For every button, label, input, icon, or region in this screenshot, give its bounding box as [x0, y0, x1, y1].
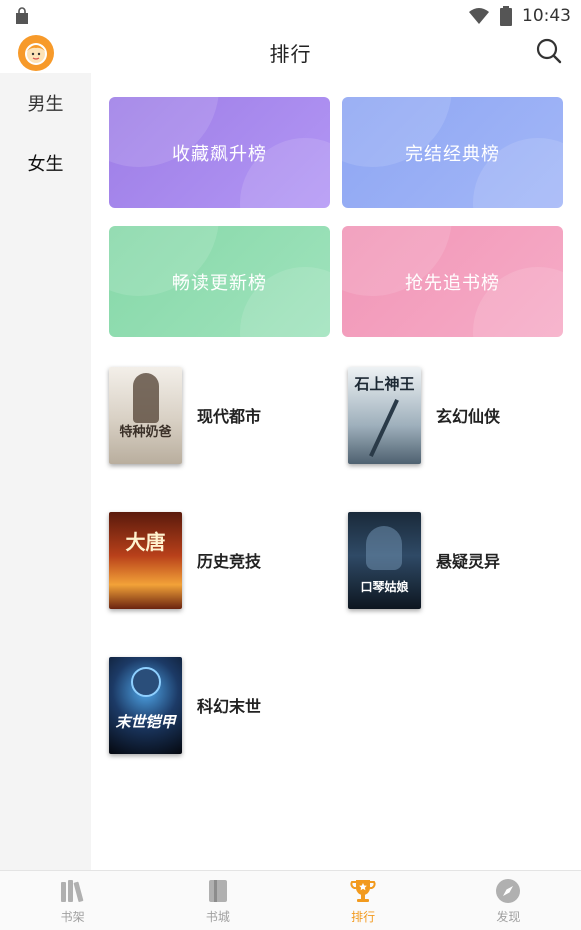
- category-label: 玄幻仙侠: [436, 407, 501, 426]
- book-cover: 末世铠甲: [109, 656, 182, 754]
- ranking-content: 收藏飙升榜 完结经典榜 畅读更新榜 抢先追书榜 特种奶爸 现代都市 石上神王 玄…: [91, 73, 581, 870]
- book-cover-title: 特种奶爸: [119, 424, 172, 440]
- book-cover: 特种奶爸: [109, 366, 182, 464]
- category-urban[interactable]: 特种奶爸 现代都市: [109, 365, 329, 465]
- ranking-card-updates[interactable]: 畅读更新榜: [109, 226, 330, 337]
- category-mystery[interactable]: 口琴姑娘 悬疑灵异: [348, 510, 568, 610]
- category-label: 悬疑灵异: [436, 552, 501, 571]
- book-cover-title: 末世铠甲: [115, 712, 176, 731]
- category-label: 科幻末世: [197, 697, 262, 716]
- book-cover-title: 口琴姑娘: [360, 579, 409, 594]
- category-label: 现代都市: [197, 407, 262, 426]
- category-history[interactable]: 大唐 历史竞技: [109, 510, 329, 610]
- ranking-card-classic[interactable]: 完结经典榜: [342, 97, 563, 208]
- ranking-card-label: 收藏飙升榜: [172, 143, 267, 165]
- wifi-icon: [469, 8, 489, 24]
- sidebar-item-male[interactable]: 男生: [0, 73, 91, 133]
- tab-label: 发现: [496, 909, 521, 924]
- trophy-icon: [350, 879, 376, 902]
- shopping-bag-icon: [16, 7, 28, 24]
- book-cover: 石上神王: [348, 366, 421, 464]
- ranking-card-label: 完结经典榜: [405, 143, 500, 165]
- status-bar: 10:43: [0, 0, 581, 32]
- battery-icon: [500, 6, 512, 26]
- sidebar-item-label: 女生: [27, 154, 64, 175]
- book-cover: 大唐: [109, 511, 182, 609]
- tab-discover[interactable]: 发现: [436, 871, 581, 930]
- book-icon: [208, 879, 227, 902]
- tab-bookstore[interactable]: 书城: [145, 871, 290, 930]
- sidebar-item-label: 男生: [27, 94, 64, 115]
- book-cover: 口琴姑娘: [348, 511, 421, 609]
- tab-label: 书架: [60, 909, 85, 924]
- ranking-card-label: 抢先追书榜: [405, 272, 500, 294]
- ranking-card-favorites[interactable]: 收藏飙升榜: [109, 97, 330, 208]
- app-header: 排行: [0, 32, 581, 72]
- book-cover-title: 石上神王: [354, 374, 415, 393]
- gender-sidebar: 男生 女生: [0, 73, 91, 870]
- category-fantasy[interactable]: 石上神王 玄幻仙侠: [348, 365, 568, 465]
- tab-label: 书城: [205, 909, 230, 924]
- status-time: 10:43: [522, 6, 571, 26]
- books-icon: [60, 879, 83, 902]
- book-cover-title: 大唐: [125, 529, 166, 554]
- compass-icon: [496, 878, 521, 903]
- ranking-card-early[interactable]: 抢先追书榜: [342, 226, 563, 337]
- search-icon[interactable]: [535, 37, 563, 65]
- bottom-tab-bar: 书架 书城 排行 发现: [0, 870, 581, 930]
- tab-label: 排行: [351, 909, 376, 924]
- tab-bookshelf[interactable]: 书架: [0, 871, 145, 930]
- category-label: 历史竞技: [197, 552, 262, 571]
- category-scifi[interactable]: 末世铠甲 科幻末世: [109, 655, 329, 755]
- tab-ranking[interactable]: 排行: [291, 871, 436, 930]
- sidebar-item-female[interactable]: 女生: [0, 133, 91, 193]
- page-title: 排行: [269, 42, 312, 66]
- ranking-card-label: 畅读更新榜: [172, 272, 267, 294]
